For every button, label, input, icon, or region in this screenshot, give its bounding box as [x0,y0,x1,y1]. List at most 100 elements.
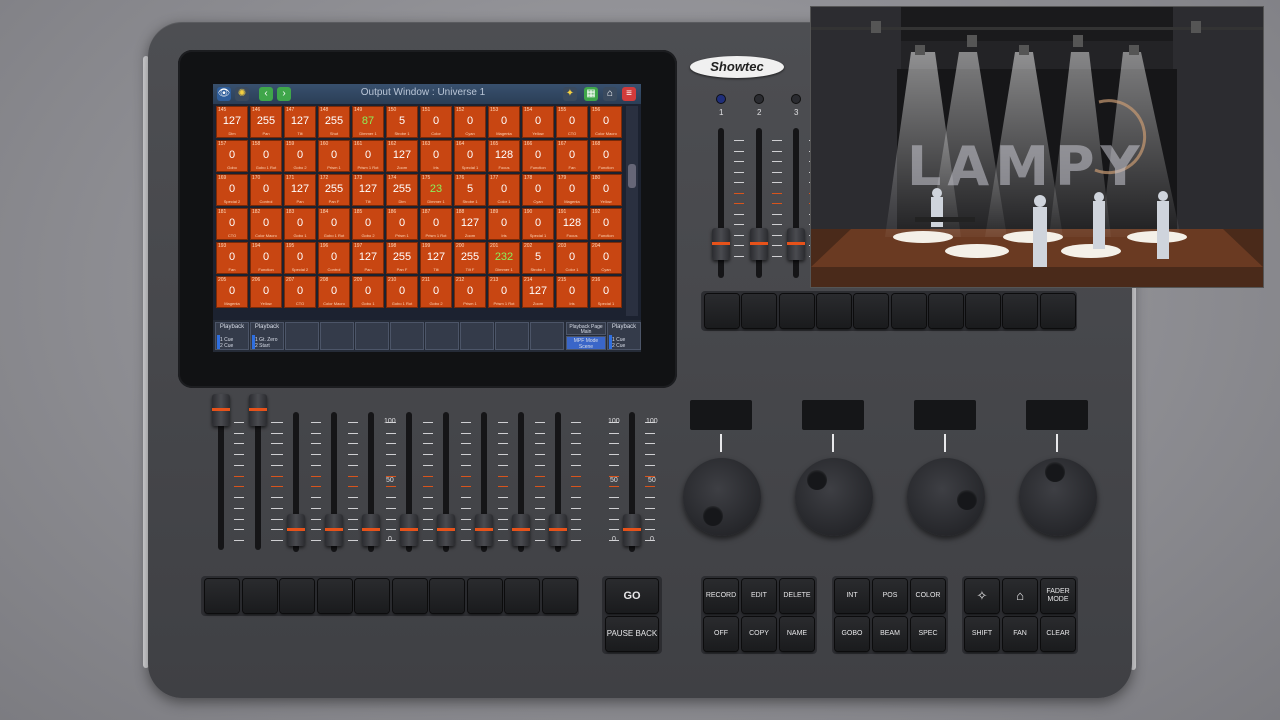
dmx-channel-cell[interactable]: 215 0 Iris [556,276,588,308]
dmx-channel-cell[interactable]: 176 5 Strobe 1 [454,174,486,206]
dmx-channel-cell[interactable]: 193 0 Fan [216,242,248,274]
top-button-3[interactable] [779,294,814,328]
playback-fader-6[interactable] [475,514,493,546]
top-button-5[interactable] [854,294,889,328]
forward-arrow-icon[interactable]: › [277,87,291,101]
dmx-channel-cell[interactable]: 174 255 Dim [386,174,418,206]
dmx-channel-cell[interactable]: 185 0 Gobo 2 [352,208,384,240]
playback-slot-5[interactable] [355,322,389,350]
flash-button-5[interactable] [355,579,389,613]
flash-button-7[interactable] [430,579,464,613]
dmx-channel-cell[interactable]: 210 0 Gobo 1 Rot [386,276,418,308]
dmx-channel-cell[interactable]: 162 127 Zoom [386,140,418,172]
dmx-channel-cell[interactable]: 149 87 Dimmer 1 [352,106,384,138]
select-led-2[interactable] [754,94,764,104]
dmx-channel-cell[interactable]: 181 0 CTO [216,208,248,240]
dmx-channel-cell[interactable]: 194 0 Function [250,242,282,274]
scrollbar-thumb[interactable] [628,164,636,188]
dmx-channel-cell[interactable]: 197 127 Pan [352,242,384,274]
dmx-channel-cell[interactable]: 172 255 Pan F [318,174,350,206]
touchscreen[interactable]: 👁 ✺ ‹ › Output Window : Universe 1 ✦ ▦ ⌂… [213,84,641,352]
shift-button[interactable]: SHIFT [965,617,999,651]
master-fader-1[interactable] [212,394,230,426]
encoder-knob-3[interactable] [907,458,985,536]
top-button-10[interactable] [1040,294,1075,328]
dmx-channel-cell[interactable]: 198 255 Pan F [386,242,418,274]
dmx-channel-cell[interactable]: 158 0 Gobo 1 Rot [250,140,282,172]
playback-slot-4[interactable] [320,322,354,350]
delete-button[interactable]: DELETE [780,579,814,613]
dmx-channel-cell[interactable]: 207 0 CTO [284,276,316,308]
dmx-channel-cell[interactable]: 148 255 Shut [318,106,350,138]
top-fader-1[interactable] [712,228,730,260]
name-button[interactable]: NAME [780,617,814,651]
top-button-2[interactable] [742,294,777,328]
playback-slot-3[interactable] [285,322,319,350]
dmx-channel-cell[interactable]: 167 0 Fan [556,140,588,172]
select-led-1[interactable] [716,94,726,104]
pause-back-button[interactable]: PAUSE BACK [606,617,658,651]
flash-button-9[interactable] [505,579,539,613]
top-button-9[interactable] [1003,294,1038,328]
playback-slot-9[interactable] [495,322,529,350]
color-button[interactable]: COLOR [911,579,945,613]
dmx-channel-cell[interactable]: 183 0 Gobo 1 [284,208,316,240]
flash-button-8[interactable] [467,579,502,613]
beam-button[interactable]: BEAM [873,617,907,651]
playback-fader-8[interactable] [549,514,567,546]
dmx-channel-cell[interactable]: 211 0 Gobo 2 [420,276,452,308]
dmx-channel-cell[interactable]: 171 127 Pan [284,174,316,206]
dmx-channel-cell[interactable]: 147 127 Tilt [284,106,316,138]
dmx-channel-cell[interactable]: 188 127 Zoom [454,208,486,240]
dmx-channel-cell[interactable]: 180 0 Yellow [590,174,622,206]
fader-mode-button[interactable]: FADER MODE [1041,579,1075,613]
dmx-channel-cell[interactable]: 200 255 Tilt F [454,242,486,274]
dmx-channel-cell[interactable]: 213 0 Prism 1 Rot [488,276,520,308]
int-button[interactable]: INT [835,579,869,613]
playback-slot-right[interactable]: Playback 1 Cue 2 Cue [607,322,641,350]
fan-button[interactable]: FAN [1003,617,1037,651]
dmx-channel-cell[interactable]: 203 0 Color 1 [556,242,588,274]
dmx-channel-cell[interactable]: 152 0 Cyan [454,106,486,138]
dmx-channel-cell[interactable]: 177 0 Color 1 [488,174,520,206]
dmx-channel-cell[interactable]: 189 0 Iris [488,208,520,240]
flash-button-6[interactable] [392,579,427,613]
master-fader-2[interactable] [249,394,267,426]
dmx-channel-cell[interactable]: 173 127 Tilt [352,174,384,206]
dmx-channel-cell[interactable]: 209 0 Gobo 1 [352,276,384,308]
home-icon[interactable]: ⌂ [1003,579,1037,613]
dmx-channel-cell[interactable]: 212 0 Prism 1 [454,276,486,308]
top-button-4[interactable] [816,294,851,328]
dmx-channel-cell[interactable]: 208 0 Color Macro [318,276,350,308]
record-button[interactable]: RECORD [704,579,738,613]
dmx-channel-cell[interactable]: 184 0 Gobo 1 Rot [318,208,350,240]
dmx-channel-cell[interactable]: 186 0 Prism 1 [386,208,418,240]
dmx-channel-cell[interactable]: 191 128 Focus [556,208,588,240]
dmx-channel-cell[interactable]: 157 0 Gobo [216,140,248,172]
dmx-channel-cell[interactable]: 204 0 Cyan [590,242,622,274]
dmx-channel-cell[interactable]: 182 0 Color Macro [250,208,282,240]
grid-icon[interactable]: ▦ [584,87,598,101]
playback-slot-7[interactable] [425,322,459,350]
dmx-channel-cell[interactable]: 201 232 Dimmer 1 [488,242,520,274]
playback-fader-2[interactable] [325,514,343,546]
clear-button[interactable]: CLEAR [1041,617,1075,651]
playback-slot-1[interactable]: Playback 1 Cue 2 Cue [215,322,249,350]
back-arrow-icon[interactable]: ‹ [259,87,273,101]
encoder-knob-2[interactable] [795,458,873,536]
flash-button-2[interactable] [242,579,277,613]
dmx-channel-cell[interactable]: 145 127 Dim [216,106,248,138]
dmx-channel-cell[interactable]: 205 0 Magenta [216,276,248,308]
pos-button[interactable]: POS [873,579,907,613]
dmx-channel-cell[interactable]: 216 0 Special 1 [590,276,622,308]
encoder-knob-1[interactable] [683,458,761,536]
spec-button[interactable]: SPEC [911,617,945,651]
flash-button-4[interactable] [317,579,352,613]
dmx-channel-cell[interactable]: 163 0 Iris [420,140,452,172]
dmx-channel-cell[interactable]: 206 0 Yellow [250,276,282,308]
playback-fader-7[interactable] [512,514,530,546]
playback-fader-5[interactable] [437,514,455,546]
dmx-channel-cell[interactable]: 195 0 Special 2 [284,242,316,274]
playback-page[interactable]: Playback Page Main [566,322,606,335]
dmx-channel-cell[interactable]: 199 127 Tilt [420,242,452,274]
